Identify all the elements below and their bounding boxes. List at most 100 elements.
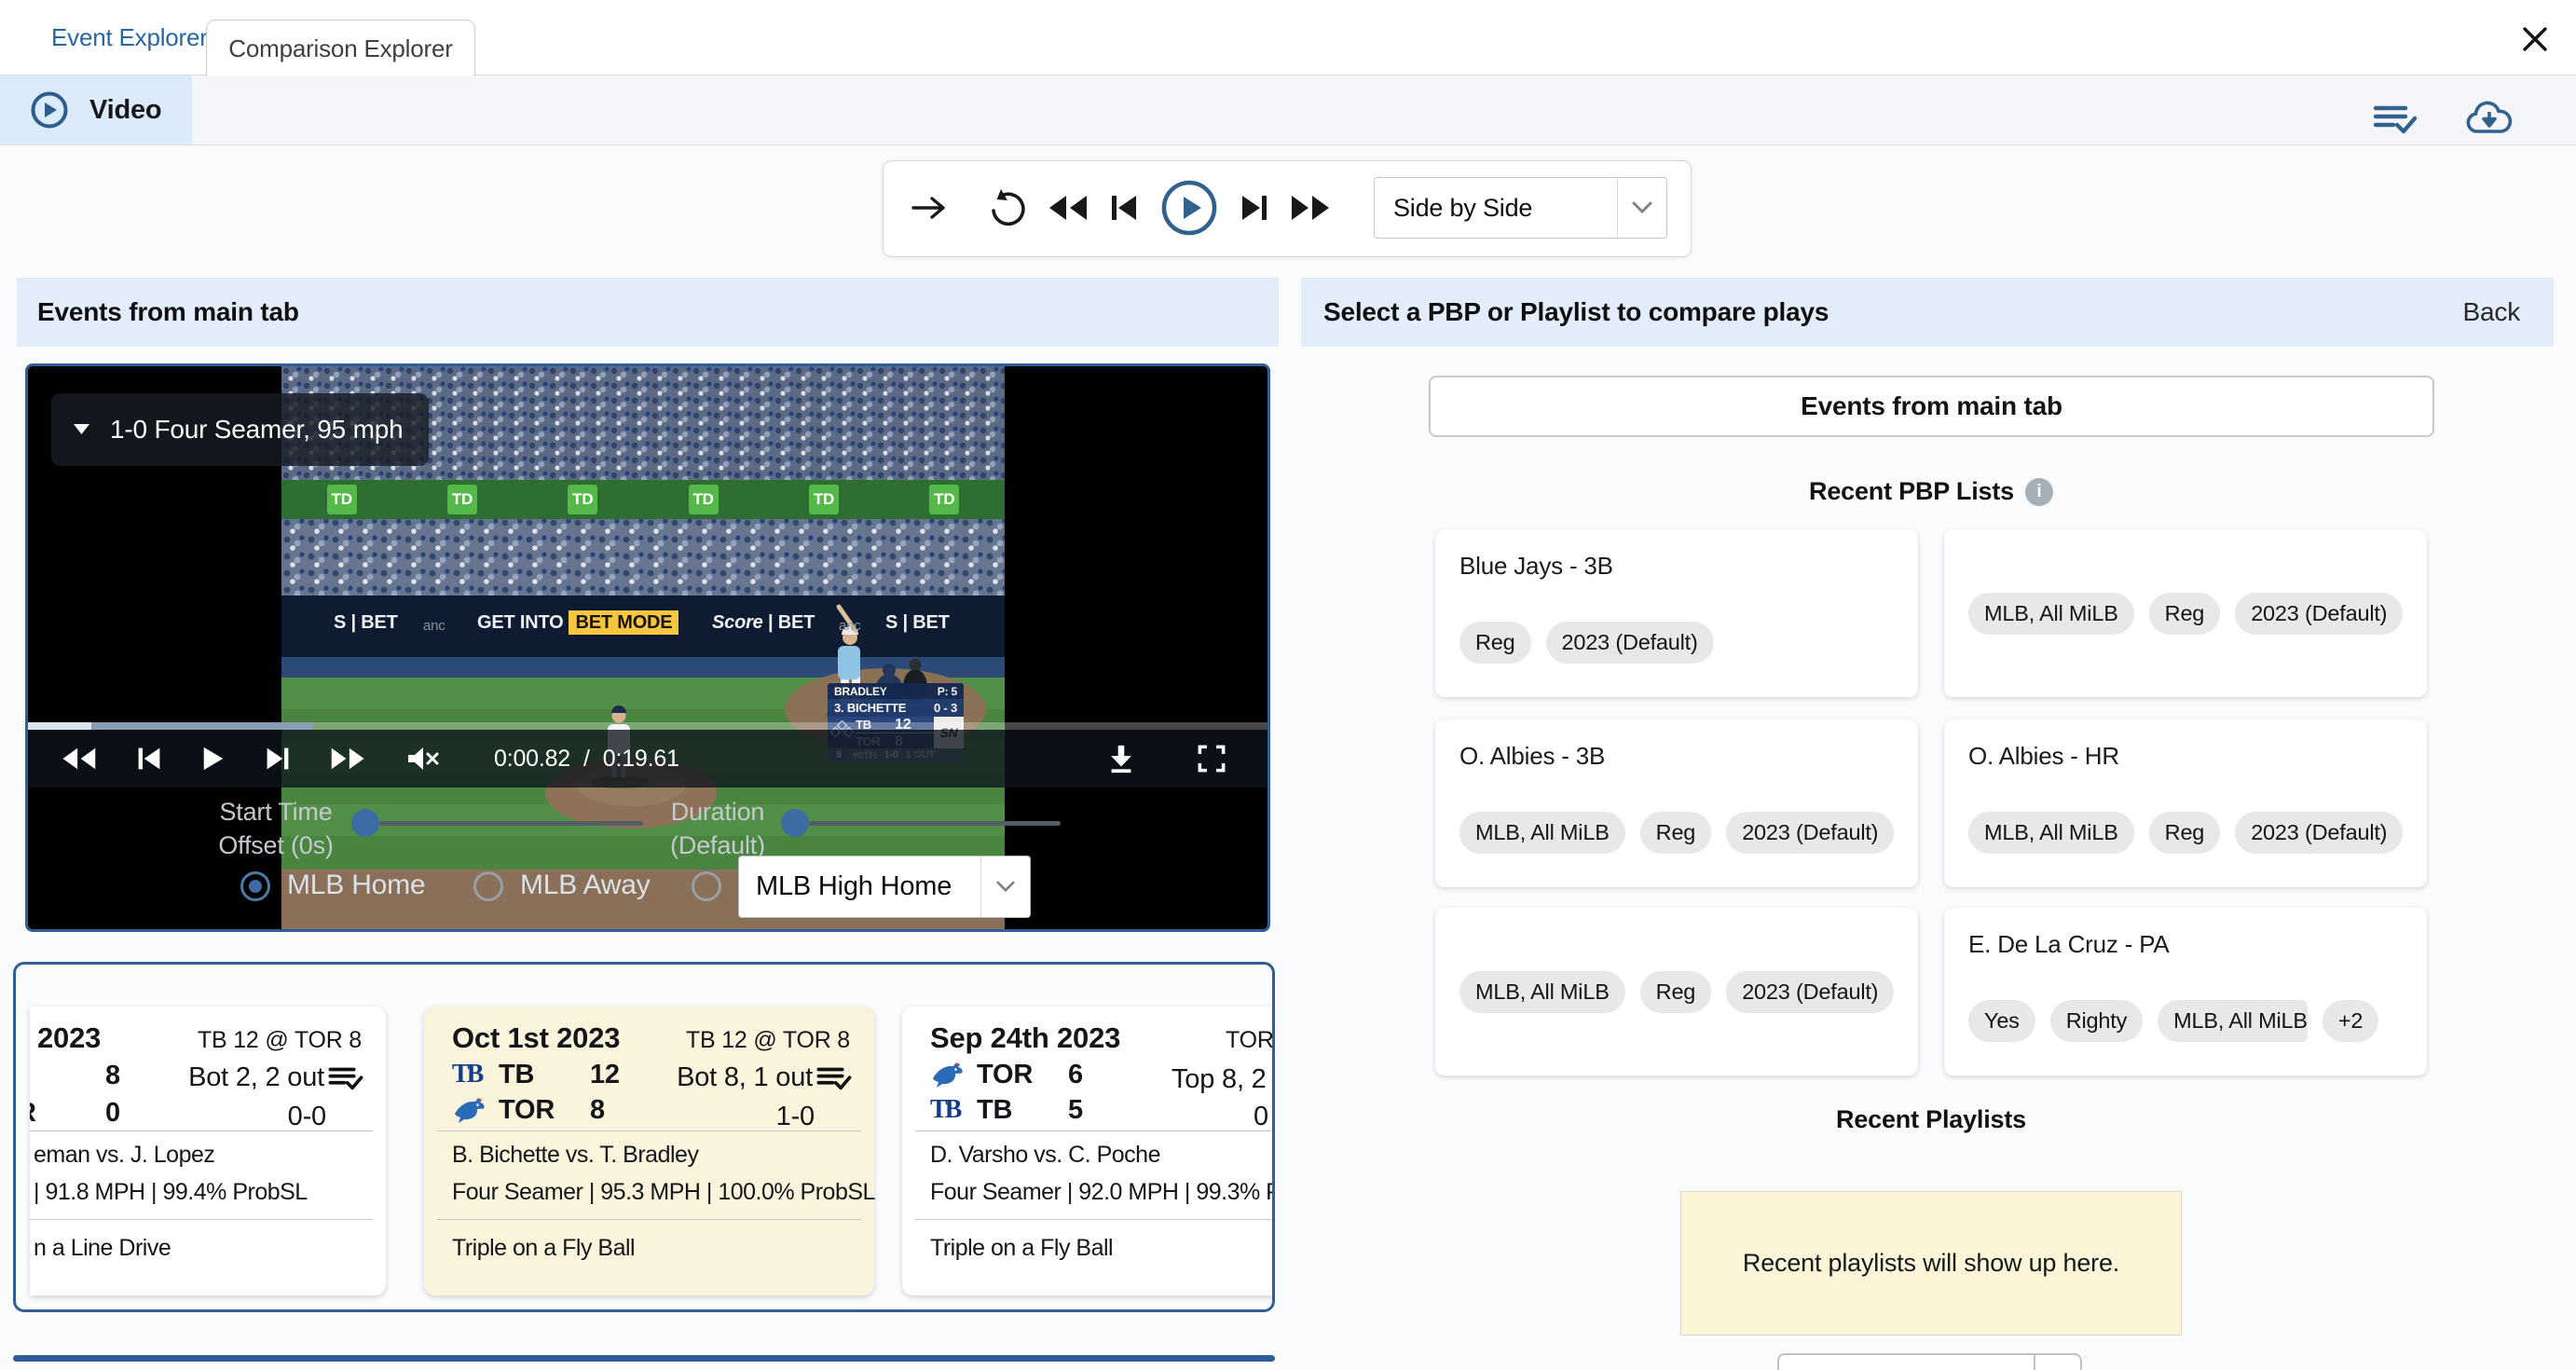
rewind-icon[interactable] <box>1046 193 1089 223</box>
filter-chip: Reg <box>2148 812 2221 854</box>
pbp-list-card[interactable]: E. De La Cruz - PA Yes Righty MLB, All M… <box>1944 908 2427 1075</box>
previous-frame-icon[interactable] <box>1109 193 1139 223</box>
filter-chip: Reg <box>1459 622 1531 664</box>
start-offset-slider-thumb[interactable] <box>351 809 379 837</box>
replay-icon[interactable] <box>988 188 1025 227</box>
layout-mode-value: Side by Side <box>1393 193 1533 222</box>
away-score: 8 <box>105 1061 120 1090</box>
start-offset-slider-track[interactable] <box>379 821 643 826</box>
pbp-card-title: O. Albies - HR <box>1968 742 2119 770</box>
filter-chip: MLB, All MiLB <box>1459 970 1625 1013</box>
pitch-count: 1-0 <box>775 1102 815 1131</box>
play-result: n a Line Drive <box>34 1235 171 1261</box>
info-icon[interactable]: i <box>2024 477 2053 506</box>
away-abbr: TOR <box>977 1059 1034 1089</box>
play-icon[interactable] <box>201 746 226 772</box>
start-offset-label: Start Time Offset (0s) <box>218 798 334 859</box>
play-result: Triple on a Fly Ball <box>930 1235 1114 1261</box>
video-timecode: 0:00.82/0:19.61 <box>494 745 679 772</box>
event-date: Sep 24th 2023 <box>930 1021 1121 1054</box>
event-matchup: TOR <box>1226 1027 1274 1053</box>
radio-mlb-home[interactable] <box>240 871 270 901</box>
pbp-list-card[interactable]: MLB, All MiLB Reg 2023 (Default) <box>1435 908 1918 1075</box>
pbp-list-card[interactable]: MLB, All MiLB Reg 2023 (Default) <box>1944 529 2427 697</box>
radio-mlb-away[interactable] <box>473 871 503 901</box>
event-card-selected[interactable]: Oct 1st 2023 TB 12 @ TOR 8 TB TB 12 TOR … <box>424 1007 875 1295</box>
scorebug-pitch-count: P: 5 <box>937 684 957 698</box>
radio-custom-angle[interactable] <box>692 871 721 901</box>
pitch-count: 0 <box>1254 1102 1268 1131</box>
tab-comparison-explorer[interactable]: Comparison Explorer <box>206 20 475 76</box>
filter-chip: 2023 (Default) <box>2235 812 2404 854</box>
caret-down-icon <box>74 424 89 435</box>
td-logo: TD <box>568 485 598 514</box>
pbp-list-card[interactable]: Blue Jays - 3B Reg 2023 (Default) <box>1435 529 1918 697</box>
video-progress-bar[interactable] <box>28 722 1267 730</box>
sbet-sign: S | BET <box>885 612 950 633</box>
sbet-sign: S | BET <box>334 612 398 633</box>
right-panel-title: Select a PBP or Playlist to compare play… <box>1323 297 1829 326</box>
matchup-players: D. Varsho vs. C. Poche <box>930 1142 1160 1168</box>
home-score: 0 <box>105 1098 120 1128</box>
back-button[interactable]: Back <box>2463 297 2521 327</box>
layout-mode-select[interactable]: Side by Side <box>1374 177 1667 239</box>
play-circle-icon <box>30 90 69 130</box>
tab-event-explorer[interactable]: Event Explorer <box>51 0 208 75</box>
events-source-button[interactable]: Events from main tab <box>1429 376 2434 437</box>
filter-chip: +2 <box>2322 1000 2379 1042</box>
fast-forward-icon[interactable] <box>1290 193 1333 223</box>
rewind-icon[interactable] <box>60 746 97 772</box>
next-frame-icon[interactable] <box>265 746 291 772</box>
download-icon[interactable] <box>1105 743 1137 774</box>
filter-chip: 2023 (Default) <box>1726 812 1895 854</box>
mute-icon[interactable] <box>406 745 440 773</box>
away-abbr: TB <box>499 1059 535 1089</box>
event-card[interactable]: Sep 24th 2023 TOR TOR 6 TB TB 5 Top 8, 2 <box>902 1007 1274 1295</box>
td-logo: TD <box>688 485 719 514</box>
pitch-info: Four Seamer | 95.3 MPH | 100.0% ProbSL <box>452 1179 875 1205</box>
pbp-list-card[interactable]: O. Albies - 3B MLB, All MiLB Reg 2023 (D… <box>1435 719 1918 887</box>
filter-chip: MLB, All MiLB <box>1968 812 2134 854</box>
comparison-explorer-window: Event Explorer Comparison Explorer Video <box>0 0 2576 1370</box>
playlist-check-icon[interactable] <box>2373 103 2418 136</box>
event-cards-container: 2023 TB 12 @ TOR 8 8 R 0 Bot 2, 2 out 0-… <box>13 962 1275 1312</box>
pitch-overlay-dropdown[interactable]: 1-0 Four Seamer, 95 mph <box>51 393 430 466</box>
home-abbr: TB <box>977 1094 1013 1125</box>
duration-slider-thumb[interactable] <box>781 809 809 837</box>
scorebug-batter: 3. BICHETTE <box>834 701 907 715</box>
pbp-list-card[interactable]: O. Albies - HR MLB, All MiLB Reg 2023 (D… <box>1944 719 2427 887</box>
camera-angle-select[interactable]: MLB High Home <box>738 856 1031 918</box>
event-date: 2023 <box>37 1021 102 1054</box>
game-state: Top 8, 2 c <box>1172 1064 1272 1094</box>
play-button[interactable] <box>1159 178 1219 238</box>
event-matchup: TB 12 @ TOR 8 <box>685 1027 850 1053</box>
tab-bar: Event Explorer Comparison Explorer <box>0 0 2576 76</box>
event-matchup: TB 12 @ TOR 8 <box>197 1027 362 1053</box>
close-icon[interactable] <box>2518 22 2552 56</box>
filter-chip: 2023 (Default) <box>2235 592 2404 635</box>
filter-chip: MLB, All MiLB <box>1459 812 1625 854</box>
next-frame-icon[interactable] <box>1240 193 1269 223</box>
filter-chip: Yes <box>1968 1000 2035 1042</box>
chevron-down-icon <box>1618 200 1666 215</box>
video-section-label: Video <box>89 94 162 125</box>
playlist-check-icon <box>816 1067 852 1089</box>
camera-angle-value: MLB High Home <box>756 871 952 901</box>
home-score: 5 <box>1068 1094 1083 1125</box>
partial-dropdown[interactable] <box>1777 1353 2082 1370</box>
event-card[interactable]: 2023 TB 12 @ TOR 8 8 R 0 Bot 2, 2 out 0-… <box>30 1007 386 1295</box>
bluejays-logo <box>452 1095 499 1125</box>
video-section-header[interactable]: Video <box>0 75 192 144</box>
cloud-download-icon[interactable] <box>2464 101 2514 138</box>
previous-frame-icon[interactable] <box>136 746 162 772</box>
pitch-info: | 91.8 MPH | 99.4% ProbSL <box>34 1179 308 1205</box>
fullscreen-icon[interactable] <box>1197 744 1226 774</box>
td-logo: TD <box>446 485 477 514</box>
duration-slider-track[interactable] <box>809 821 1061 826</box>
left-panel-header: Events from main tab <box>17 278 1279 347</box>
radio-mlb-away-label: MLB Away <box>520 870 651 900</box>
fast-forward-icon[interactable] <box>330 746 367 772</box>
playlist-check-icon <box>328 1067 363 1089</box>
jump-to-icon[interactable] <box>911 194 947 222</box>
dugout-signs: S | BET anc GET INTO BET MODE Score | BET… <box>281 596 1005 657</box>
